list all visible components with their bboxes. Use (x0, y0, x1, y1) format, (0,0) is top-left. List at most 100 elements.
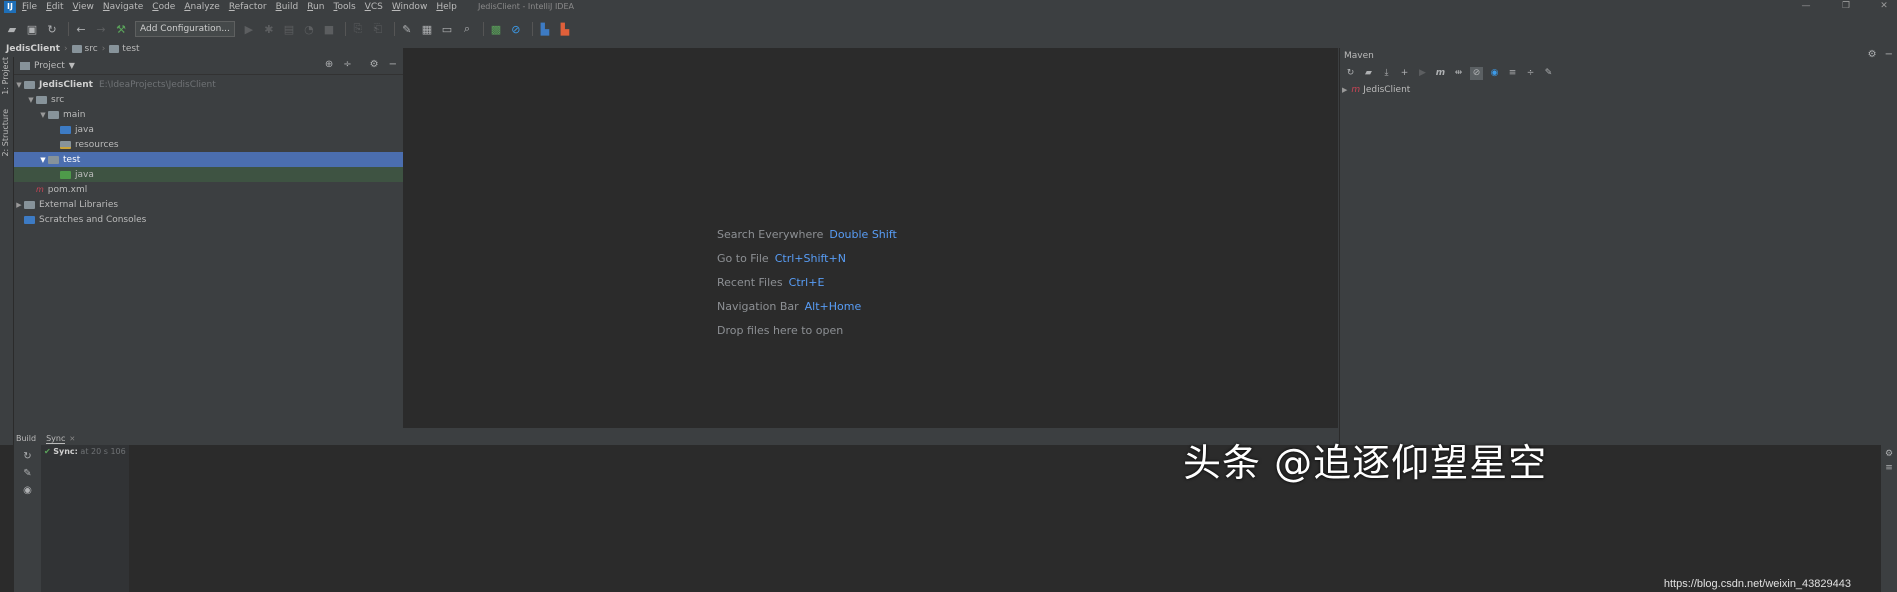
word-app-icon[interactable]: ▙ (537, 21, 553, 37)
generate-sources-icon[interactable]: ▰ (1362, 67, 1375, 80)
tree-row-test-java[interactable]: java (14, 167, 403, 182)
tree-row-resources[interactable]: resources (14, 137, 403, 152)
tree-label: main (63, 109, 86, 120)
tree-row-src[interactable]: ▼ src (14, 92, 403, 107)
project-tool-tab[interactable]: 1: Project (1, 57, 10, 95)
menu-view[interactable]: View (73, 2, 94, 12)
save-icon[interactable]: ▣ (24, 21, 40, 37)
pin-icon[interactable]: ✎ (14, 468, 41, 479)
sync-label[interactable]: Sync: (53, 447, 78, 456)
tab-sync[interactable]: Sync (46, 434, 66, 444)
menu-refactor[interactable]: Refactor (229, 2, 267, 12)
build-hammer-icon[interactable]: ⚒ (113, 21, 129, 37)
eye-icon[interactable]: ◉ (14, 485, 41, 496)
hide-icon[interactable]: − (1885, 49, 1893, 60)
tree-row-test[interactable]: ▼ test (14, 152, 403, 167)
locate-icon[interactable]: ⊕ (325, 59, 333, 70)
maximize-icon[interactable]: ❐ (1839, 1, 1853, 11)
rerun-icon[interactable]: ↻ (14, 451, 41, 462)
scroll-icon[interactable]: ≡ (1881, 463, 1897, 473)
tab-build[interactable]: Build (16, 434, 36, 443)
run-icon[interactable]: ▶ (1416, 67, 1429, 80)
library-icon (24, 200, 35, 209)
project-structure-icon[interactable]: ▦ (419, 21, 435, 37)
forward-icon[interactable]: → (93, 21, 109, 37)
gear-icon[interactable]: ⚙ (370, 59, 379, 70)
collapse-icon[interactable]: ÷ (343, 59, 351, 70)
menu-navigate[interactable]: Navigate (103, 2, 143, 12)
breadcrumb-test[interactable]: test (122, 44, 139, 54)
search-icon[interactable]: ⌕ (459, 21, 475, 37)
collapse-all-icon[interactable]: ≡ (1506, 67, 1519, 80)
tree-row-main-java[interactable]: java (14, 122, 403, 137)
back-icon[interactable]: ← (73, 21, 89, 37)
expand-arrow-icon[interactable]: ▼ (26, 96, 36, 104)
tree-row-main[interactable]: ▼ main (14, 107, 403, 122)
stop-icon[interactable]: ■ (321, 21, 337, 37)
no-entry-icon[interactable]: ⊘ (508, 21, 524, 37)
toggle-offline-icon[interactable]: ⇹ (1452, 67, 1465, 80)
expand-arrow-icon[interactable]: ▶ (1342, 86, 1347, 94)
hint-text: Recent Files (717, 276, 783, 289)
chevron-down-icon[interactable]: ▼ (69, 61, 75, 70)
structure-tool-tab[interactable]: 2: Structure (1, 109, 10, 157)
gear-icon[interactable]: ⚙ (1868, 49, 1877, 60)
close-tab-icon[interactable]: ✕ (69, 435, 75, 443)
minimize-icon[interactable]: — (1799, 1, 1813, 11)
run-icon[interactable]: ▶ (241, 21, 257, 37)
menu-build[interactable]: Build (276, 2, 299, 12)
menu-tools[interactable]: Tools (333, 2, 355, 12)
tree-row-scratches[interactable]: Scratches and Consoles (14, 212, 403, 227)
editor-hints: Search Everywhere Double Shift Go to File… (717, 228, 897, 348)
debug-icon[interactable]: ✱ (261, 21, 277, 37)
tree-row-project[interactable]: ▼ JedisClient E:\IdeaProjects\JedisClien… (14, 77, 403, 92)
expand-arrow-icon[interactable]: ▶ (14, 201, 24, 209)
sdk-icon[interactable]: ▭ (439, 21, 455, 37)
vcs-icon[interactable]: ⎘ (350, 21, 366, 37)
reimport-icon[interactable]: ↻ (1344, 67, 1357, 80)
office-app-icon[interactable]: ▙ (557, 21, 573, 37)
profile-icon[interactable]: ◔ (301, 21, 317, 37)
coverage-icon[interactable]: ▤ (281, 21, 297, 37)
menu-edit[interactable]: Edit (46, 2, 63, 12)
terminal-icon[interactable]: ▩ (488, 21, 504, 37)
settings-wrench-icon[interactable]: ✎ (1542, 67, 1555, 80)
hide-icon[interactable]: − (389, 59, 397, 70)
expand-all-icon[interactable]: ÷ (1524, 67, 1537, 80)
add-configuration-button[interactable]: Add Configuration... (135, 21, 235, 37)
menu-window[interactable]: Window (392, 2, 428, 12)
project-panel-title[interactable]: Project (34, 61, 65, 71)
tree-label: java (75, 124, 94, 135)
menu-bar: IJ File Edit View Navigate Code Analyze … (0, 0, 1897, 14)
maven-tree-row[interactable]: ▶ m JedisClient (1340, 82, 1897, 95)
show-dependencies-icon[interactable]: ◉ (1488, 67, 1501, 80)
folder-icon (36, 95, 47, 104)
open-folder-icon[interactable]: ▰ (4, 21, 20, 37)
menu-code[interactable]: Code (152, 2, 175, 12)
download-icon[interactable]: ⤓ (1380, 67, 1393, 80)
maven-panel-title[interactable]: Maven (1344, 51, 1374, 61)
sync-icon[interactable]: ↻ (44, 21, 60, 37)
tree-row-pom[interactable]: m pom.xml (14, 182, 403, 197)
close-icon[interactable]: ✕ (1877, 1, 1891, 11)
settings-wrench-icon[interactable]: ✎ (399, 21, 415, 37)
expand-arrow-icon[interactable]: ▼ (38, 156, 48, 164)
menu-run[interactable]: Run (307, 2, 324, 12)
add-icon[interactable]: + (1398, 67, 1411, 80)
maven-goal-icon[interactable]: m (1434, 67, 1447, 80)
menu-vcs[interactable]: VCS (365, 2, 383, 12)
breadcrumb-project[interactable]: JedisClient (6, 44, 60, 54)
expand-arrow-icon[interactable]: ▼ (38, 111, 48, 119)
expand-arrow-icon[interactable]: ▼ (14, 81, 24, 89)
menu-file[interactable]: File (22, 2, 37, 12)
history-icon[interactable]: ⎗ (370, 21, 386, 37)
settings-icon[interactable]: ⚙ (1881, 449, 1897, 459)
skip-tests-icon[interactable]: ⊘ (1470, 66, 1483, 80)
editor-empty-area[interactable]: Search Everywhere Double Shift Go to File… (403, 48, 1338, 428)
breadcrumb-src[interactable]: src (85, 44, 98, 54)
window-title: JedisClient - IntelliJ IDEA (478, 2, 574, 11)
maven-project-label: JedisClient (1363, 85, 1411, 95)
menu-help[interactable]: Help (436, 2, 457, 12)
tree-row-external-libraries[interactable]: ▶ External Libraries (14, 197, 403, 212)
menu-analyze[interactable]: Analyze (184, 2, 219, 12)
